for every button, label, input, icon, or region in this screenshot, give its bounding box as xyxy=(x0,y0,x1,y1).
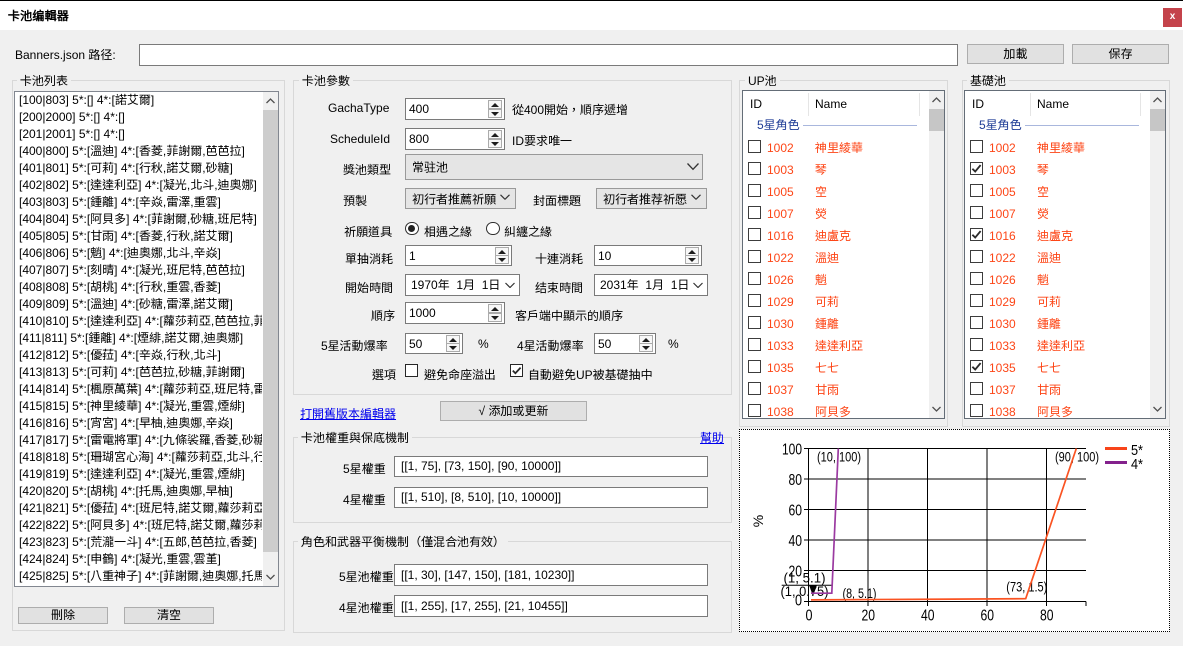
svg-text:100: 100 xyxy=(782,442,802,459)
svg-text:80: 80 xyxy=(789,472,803,489)
svg-text:40: 40 xyxy=(921,608,935,625)
svg-text:(73, 1.5): (73, 1.5) xyxy=(1006,579,1047,595)
svg-text:60: 60 xyxy=(981,608,995,625)
svg-text:40: 40 xyxy=(789,533,803,550)
svg-text:0: 0 xyxy=(806,608,813,625)
svg-text:%: % xyxy=(750,515,766,527)
svg-text:20: 20 xyxy=(862,608,876,625)
svg-text:80: 80 xyxy=(1040,608,1054,625)
svg-text:(8, 5.1): (8, 5.1) xyxy=(843,585,877,601)
svg-text:(90, 100): (90, 100) xyxy=(1055,449,1099,465)
svg-text:4*: 4* xyxy=(1131,456,1143,473)
svg-text:60: 60 xyxy=(789,503,803,520)
